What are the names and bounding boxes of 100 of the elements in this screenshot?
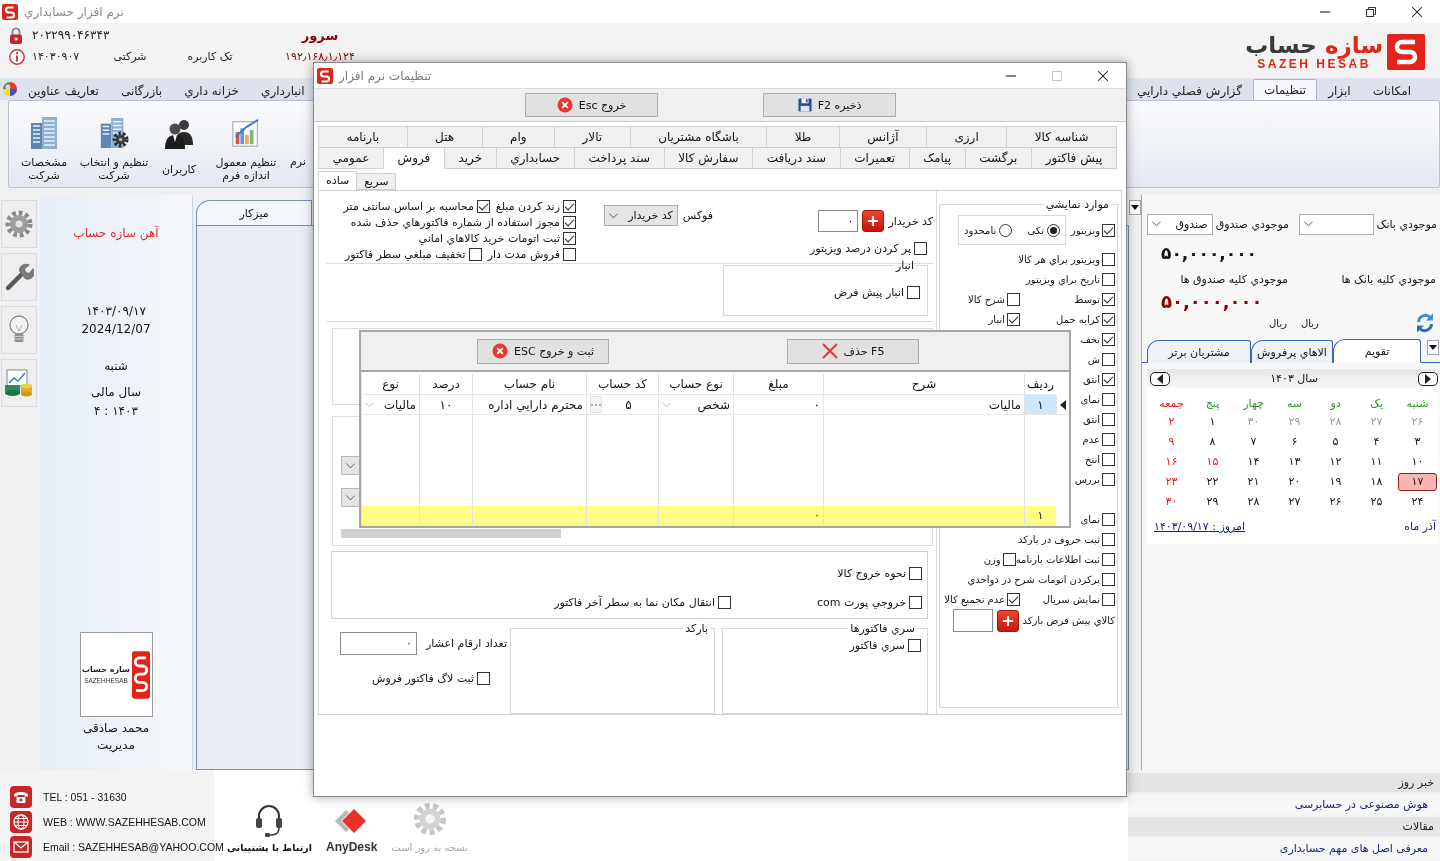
calendar-day[interactable]: ۸ [1193, 433, 1232, 451]
checkbox[interactable] [1102, 592, 1115, 606]
checkbox[interactable] [1102, 272, 1115, 286]
panel-tab[interactable]: الاهاي پرفروش [1251, 340, 1333, 363]
news-link[interactable]: معرفی اصل های مهم حسابداری [1128, 838, 1440, 859]
checkbox[interactable] [1102, 352, 1115, 366]
ribbon-tab[interactable]: تنظیمات [1252, 79, 1318, 100]
calendar-day[interactable]: ۲۰ [1275, 473, 1314, 491]
calendar-day[interactable]: ۲۴ [1398, 493, 1437, 511]
next-button[interactable] [1418, 371, 1438, 386]
news-link[interactable]: هوش مصنوعی در حسابرسی [1128, 794, 1440, 815]
tab[interactable]: عمومي [318, 147, 384, 169]
tab[interactable]: سفارش کالا [663, 147, 754, 169]
exit-button[interactable]: خروج Esc [525, 93, 658, 117]
dropdown[interactable]: صندوق [1146, 213, 1213, 235]
panel-tab[interactable]: مشتریان برتر [1147, 340, 1251, 363]
checkbox[interactable] [1102, 452, 1115, 466]
checkbox[interactable] [907, 286, 920, 299]
calendar-day[interactable]: ۶ [1275, 433, 1314, 451]
ribbon-tab[interactable]: ابزار [1317, 80, 1362, 100]
radio-button[interactable] [1047, 223, 1061, 237]
input-field[interactable] [952, 609, 993, 632]
tab[interactable]: طلا [766, 126, 840, 148]
checkbox[interactable] [1102, 552, 1115, 566]
tab[interactable]: پیش فاکتور [1031, 147, 1117, 169]
calendar-day[interactable]: ۲۵ [1357, 493, 1396, 511]
ribbon-tab[interactable]: تعاریف عناوین [17, 80, 110, 100]
checkbox[interactable] [1102, 292, 1115, 306]
save-button[interactable]: ذخیره F2 [763, 93, 896, 117]
checkbox[interactable] [1102, 372, 1115, 386]
checkbox[interactable] [476, 199, 490, 213]
tab[interactable]: تعمیرات [839, 147, 910, 169]
today-link[interactable]: امروز : ۱۴۰۳/۰۹/۱۷ [1154, 520, 1246, 533]
tab[interactable]: برگشت [964, 147, 1033, 169]
checkbox[interactable] [1102, 252, 1115, 266]
dropdown-button[interactable] [1129, 200, 1141, 215]
tab[interactable]: آژانس [838, 126, 927, 148]
checkbox[interactable] [477, 672, 490, 685]
calendar-day[interactable]: ۱۱ [1357, 453, 1396, 471]
launcher-button[interactable]: ارتباط با پشتیبانی [227, 801, 312, 854]
checkbox[interactable] [1007, 312, 1020, 326]
calendar-day[interactable]: ۱۹ [1316, 473, 1355, 491]
launcher-button[interactable]: AnyDesk [325, 801, 378, 854]
tab[interactable]: حسابداري [495, 147, 575, 169]
checkbox[interactable] [718, 595, 731, 609]
calendar-day[interactable]: ۲۹ [1193, 493, 1232, 511]
calendar-day[interactable]: ۱۵ [1193, 453, 1232, 471]
calendar-day[interactable]: ۷ [1234, 433, 1273, 451]
tab[interactable]: هتل [406, 126, 483, 148]
checkbox[interactable] [1102, 532, 1115, 546]
exit-button[interactable]: ثبت و خروج ESC [477, 338, 609, 364]
checkbox[interactable] [1102, 512, 1115, 526]
tool-button[interactable] [1, 200, 37, 248]
tab[interactable]: خرید [443, 147, 497, 169]
add-button[interactable] [996, 609, 1019, 632]
calendar-day[interactable]: ۳۰ [1152, 493, 1191, 511]
checkbox[interactable] [1102, 332, 1115, 346]
checkbox[interactable] [1102, 432, 1115, 446]
ribbon-tab[interactable]: انبارداري [250, 80, 316, 100]
workspace-tab[interactable]: میزکار [196, 200, 312, 225]
ribbon-tab[interactable]: بازرگانی [109, 80, 174, 100]
checkbox[interactable] [1102, 472, 1115, 486]
checkbox[interactable] [909, 566, 922, 580]
checkbox[interactable] [1002, 552, 1016, 566]
tab[interactable]: وام [481, 126, 556, 148]
panel-tab[interactable]: تقویم [1333, 339, 1421, 363]
checkbox[interactable] [914, 242, 927, 255]
previous-button[interactable] [1150, 371, 1170, 386]
checkbox[interactable] [1102, 223, 1115, 237]
tab[interactable]: باشگاه مشتریان [629, 126, 768, 148]
checkbox[interactable] [1102, 312, 1115, 326]
delete-button[interactable]: F5 حذف [787, 338, 919, 364]
calendar-day[interactable]: ۱۳ [1275, 453, 1314, 471]
checkbox[interactable] [563, 199, 576, 213]
ribbon-tab[interactable]: گزارش فصلي دارايي [1125, 80, 1253, 100]
tool-button[interactable] [1, 306, 37, 354]
checkbox[interactable] [563, 231, 576, 245]
calendar-day[interactable]: ۲۷ [1275, 493, 1314, 511]
tab[interactable]: پیامک [908, 147, 966, 169]
checkbox[interactable] [468, 247, 482, 261]
calendar-day[interactable]: ۱۴ [1234, 453, 1273, 471]
tab[interactable]: سند دریافت [752, 147, 841, 169]
ribbon-button[interactable]: مشخصات شرکت [15, 101, 73, 187]
calendar-day[interactable]: ۵ [1316, 433, 1355, 451]
ribbon-button[interactable]: نرم [289, 101, 307, 187]
checkbox[interactable] [1102, 572, 1115, 586]
calendar-day[interactable]: ۱۷ [1398, 473, 1437, 491]
calendar-day[interactable]: ۱۲ [1316, 453, 1355, 471]
tab[interactable]: سریع [356, 173, 397, 190]
tab[interactable]: تالار [554, 126, 631, 148]
checkbox[interactable] [1102, 392, 1115, 406]
add-button[interactable] [862, 210, 885, 232]
calendar-day[interactable]: ۹ [1152, 433, 1191, 451]
ribbon-button[interactable]: تنظیم معمول اندازه فرم [208, 101, 284, 187]
calendar-day[interactable]: ۱۰ [1398, 453, 1437, 471]
checkbox[interactable] [563, 215, 576, 229]
checkbox[interactable] [909, 595, 922, 609]
calendar-day[interactable]: ۲۳ [1152, 473, 1191, 491]
ribbon-tab[interactable]: امکانات [1361, 80, 1422, 100]
calendar-day[interactable]: ۴ [1357, 433, 1396, 451]
